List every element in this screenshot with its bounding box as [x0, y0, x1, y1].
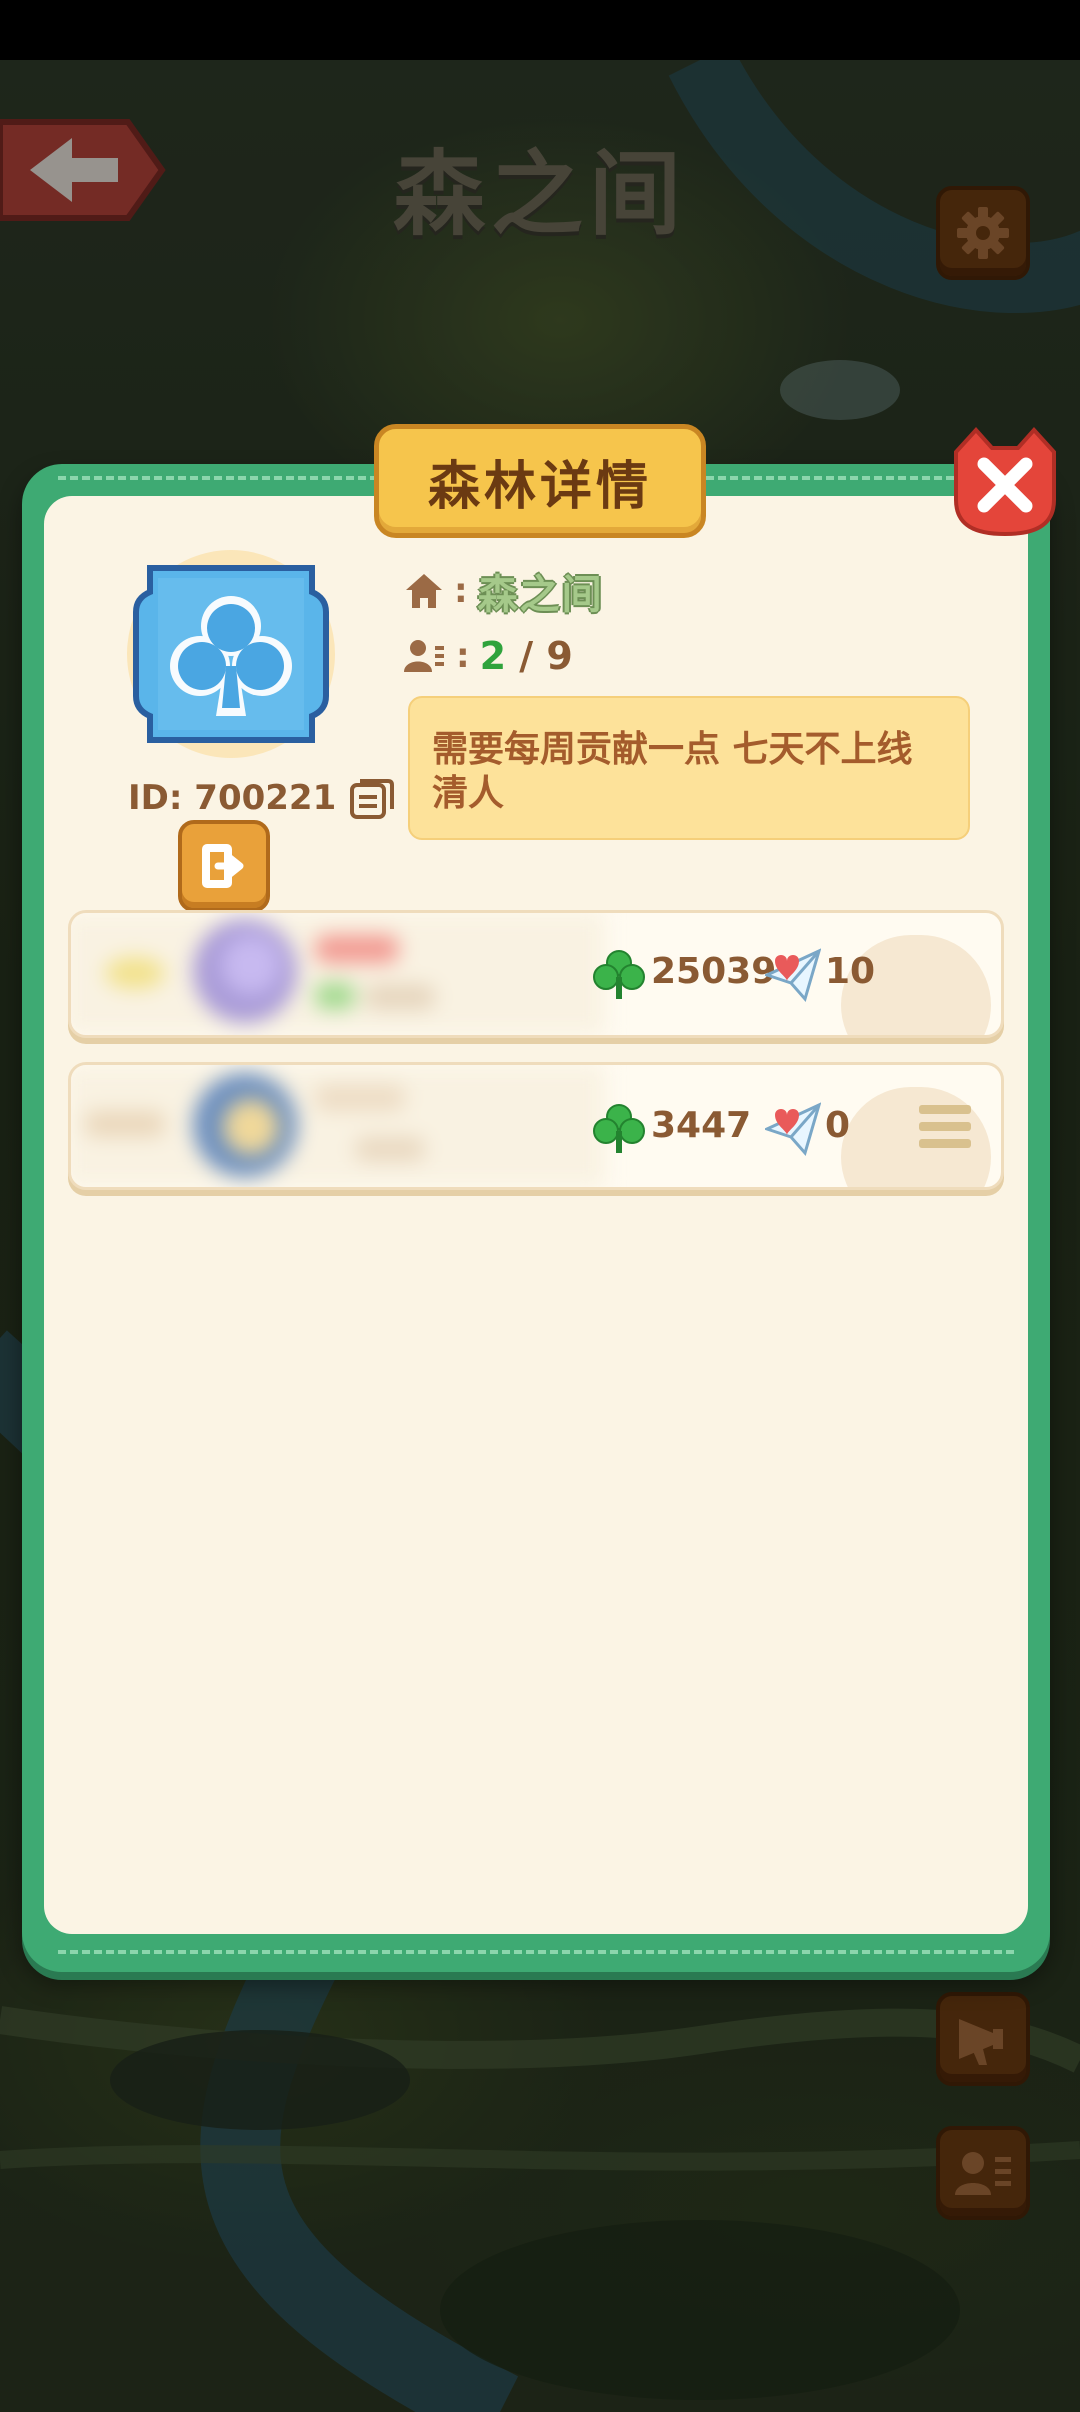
- member-row[interactable]: 25039 10: [68, 910, 1004, 1038]
- member-clovers: 25039: [651, 951, 777, 992]
- member-row[interactable]: 3447 0: [68, 1062, 1004, 1190]
- member-count-max: 9: [546, 634, 573, 678]
- blurred-member-info: [71, 913, 605, 1035]
- members-icon: [404, 640, 444, 672]
- paper-plane-gift-icon: [765, 948, 821, 1003]
- member-count-separator: /: [506, 634, 547, 678]
- member-gifts: 10: [825, 951, 876, 992]
- exit-icon: [202, 844, 244, 888]
- forest-id: ID: 700221: [128, 778, 337, 818]
- member-count: 2 / 9: [480, 634, 573, 678]
- leave-forest-button[interactable]: [178, 820, 270, 912]
- clover-icon: [593, 950, 645, 999]
- forest-name-row: : 森之间: [404, 562, 604, 620]
- close-icon: [954, 427, 1056, 537]
- paper-plane-gift-icon: [765, 1102, 821, 1157]
- panel-bottom-stitching: [58, 1950, 1014, 1954]
- name-colon: :: [454, 571, 468, 611]
- member-count-row: : 2 / 9: [404, 634, 573, 678]
- member-gifts: 0: [825, 1105, 851, 1146]
- close-button[interactable]: [946, 422, 1064, 540]
- count-colon: :: [456, 636, 470, 676]
- blurred-member-info: [71, 1065, 605, 1187]
- clover-icon: [593, 1104, 645, 1153]
- home-icon: [406, 574, 442, 608]
- member-clovers: 3447: [651, 1105, 752, 1146]
- copy-icon[interactable]: [350, 777, 395, 819]
- forest-notice: 需要每周贡献一点 七天不上线清人: [408, 696, 970, 840]
- club-icon: [127, 550, 335, 758]
- forest-emblem: [120, 548, 342, 760]
- panel-title: 森林详情: [374, 424, 706, 538]
- forest-name: 森之间: [477, 572, 604, 618]
- member-count-current: 2: [479, 634, 507, 678]
- forest-id-row: ID: 700221: [128, 776, 395, 820]
- member-menu-icon[interactable]: [919, 1103, 971, 1151]
- status-bar: [0, 0, 1080, 60]
